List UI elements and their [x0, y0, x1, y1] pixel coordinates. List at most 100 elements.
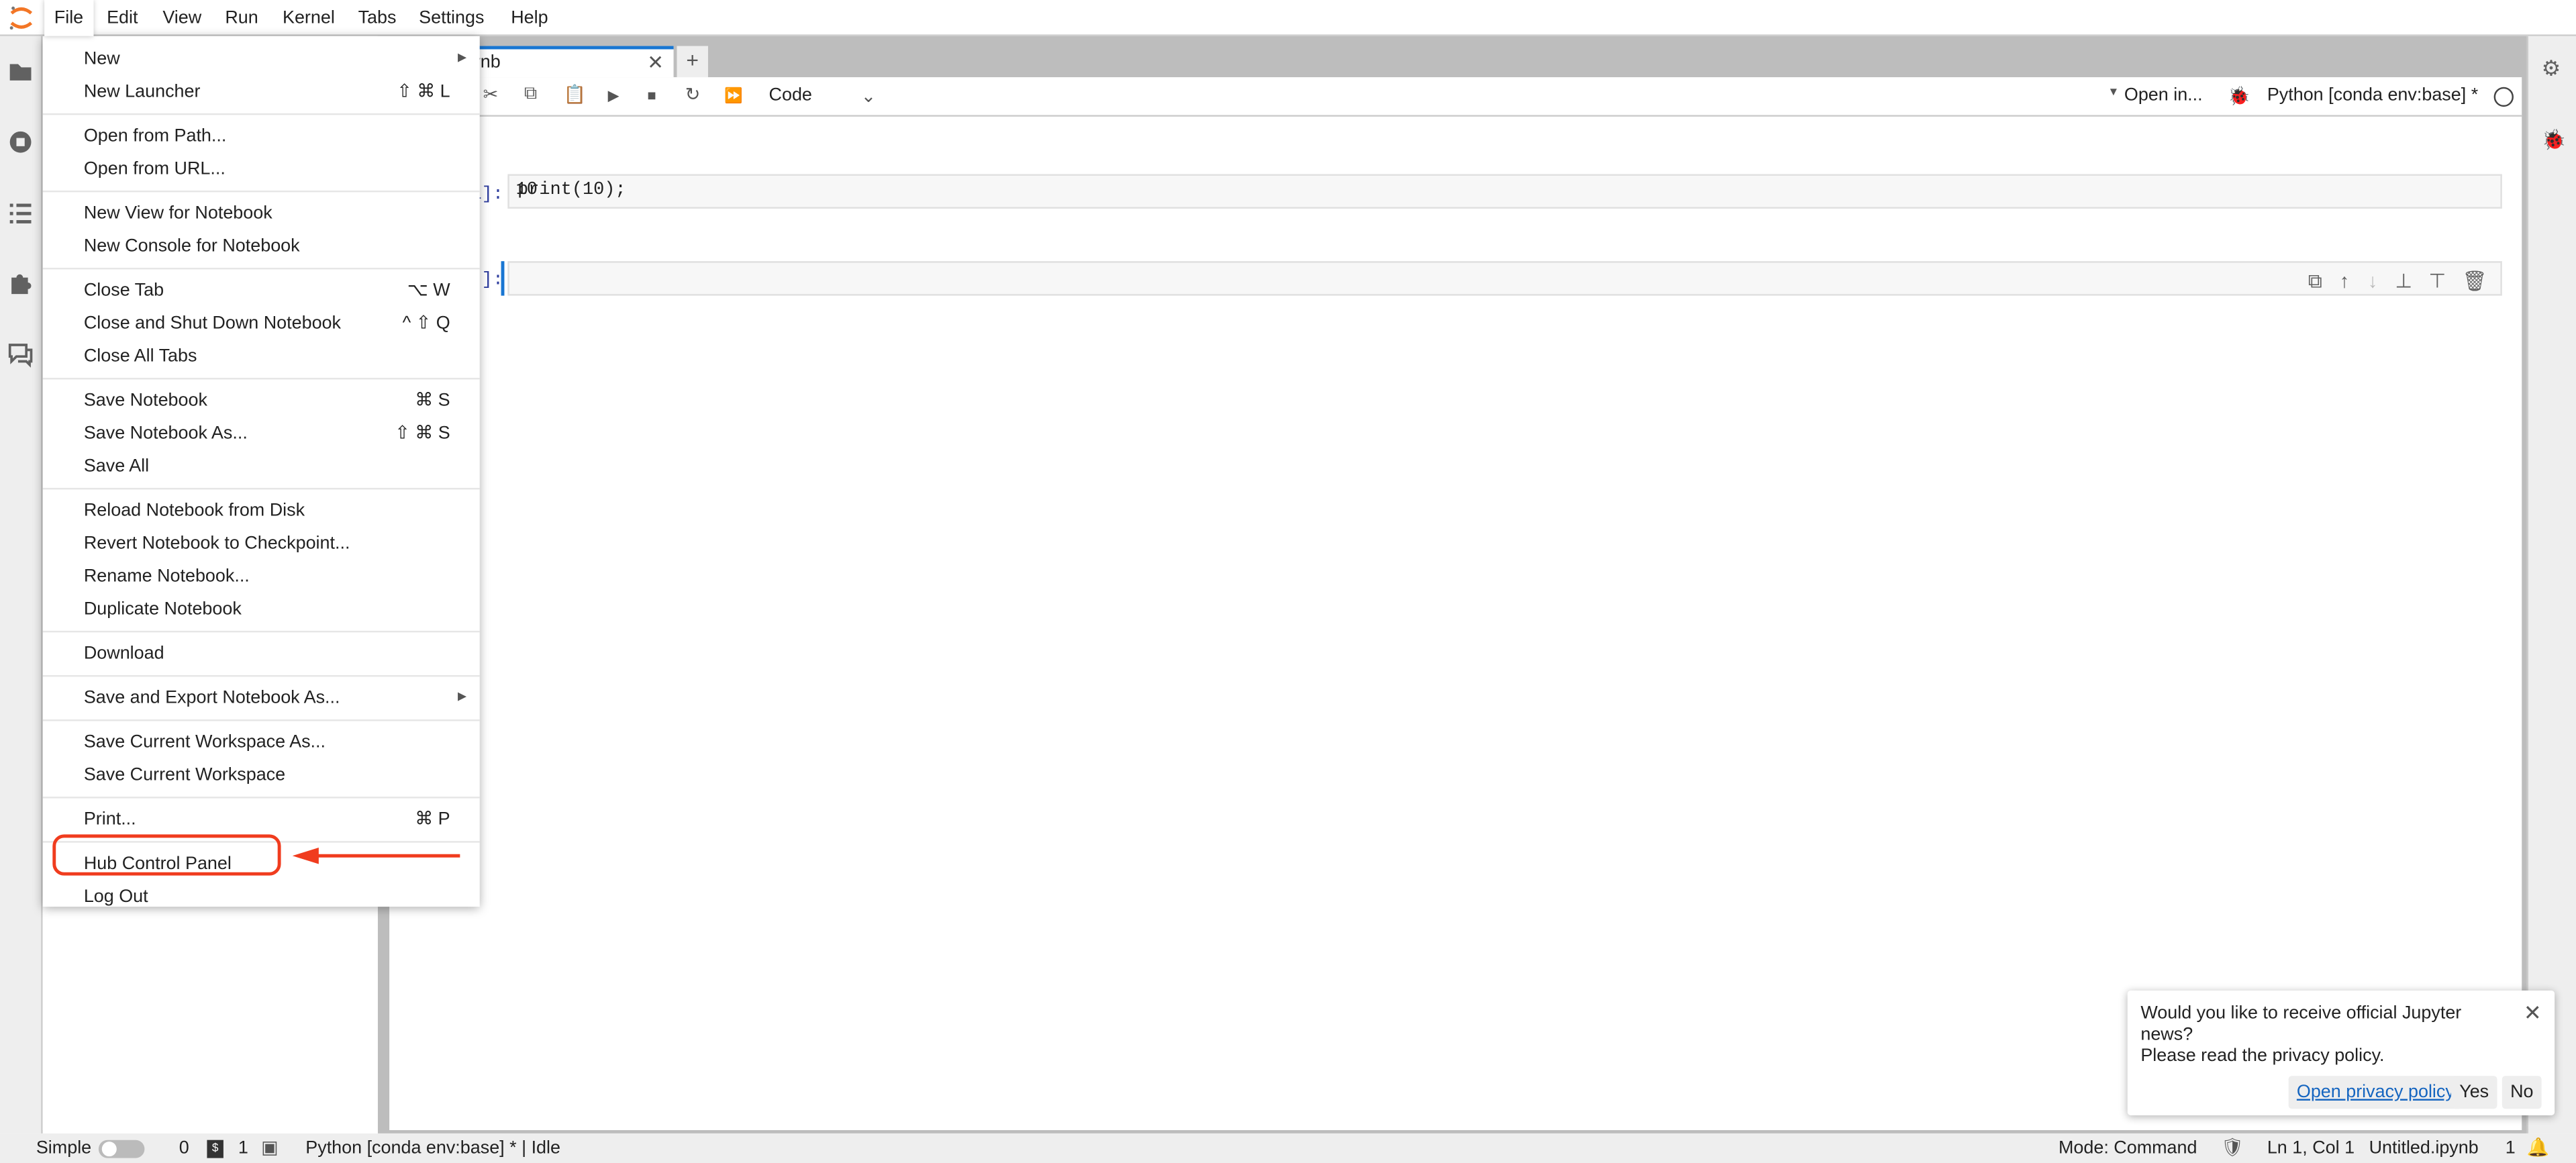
- simple-mode-toggle[interactable]: [98, 1140, 145, 1158]
- menu-item-label: Open from URL...: [83, 159, 226, 179]
- chevron-down-icon[interactable]: ⌄: [861, 85, 877, 107]
- shortcut-label: ⌘ P: [415, 809, 450, 830]
- paste-icon[interactable]: 📋: [564, 84, 587, 105]
- menu-file[interactable]: File: [44, 0, 93, 36]
- move-down-icon[interactable]: ↓: [2367, 271, 2379, 294]
- menubar: File Edit View Run Kernel Tabs Settings Help: [0, 0, 2576, 36]
- menu-item-rename-notebook[interactable]: Rename Notebook...: [43, 560, 480, 593]
- open-privacy-policy-button[interactable]: Open privacy policy: [2288, 1076, 2463, 1109]
- submenu-caret-icon: ▶: [457, 52, 467, 64]
- debugger-bug-icon[interactable]: 🐞: [2228, 85, 2250, 107]
- chat-icon[interactable]: [7, 340, 35, 368]
- cell-type-select[interactable]: Code: [769, 85, 812, 105]
- kernel-name-button[interactable]: Python [conda env:base] *: [2267, 85, 2478, 105]
- menu-item-close-and-shut-down-notebook[interactable]: Close and Shut Down Notebook ^ ⇧ Q: [43, 307, 480, 340]
- copy-icon[interactable]: ⧉: [524, 84, 537, 105]
- menu-item-label: Save All: [83, 456, 150, 476]
- restart-icon[interactable]: ↻: [685, 84, 701, 105]
- menu-item-new-console-for-notebook[interactable]: New Console for Notebook: [43, 230, 480, 263]
- menu-item-save-notebook[interactable]: Save Notebook ⌘ S: [43, 385, 480, 417]
- table-of-contents-icon[interactable]: [7, 199, 35, 227]
- debugger-bug-icon[interactable]: 🐞: [2542, 128, 2567, 151]
- menu-settings[interactable]: Settings: [409, 0, 494, 36]
- insert-above-icon[interactable]: ⊥: [2395, 271, 2412, 294]
- right-activity-bar: ⚙ 🐞: [2526, 36, 2576, 1133]
- code-cell-input[interactable]: ⧉ ↑ ↓ ⊥ ⊤ 🗑: [507, 261, 2502, 296]
- menu-item-save-all[interactable]: Save All: [43, 450, 480, 483]
- menu-edit[interactable]: Edit: [97, 0, 148, 36]
- shortcut-label: ⇧ ⌘ L: [397, 82, 450, 102]
- menu-item-duplicate-notebook[interactable]: Duplicate Notebook: [43, 593, 480, 626]
- menu-item-reload-notebook-from-disk[interactable]: Reload Notebook from Disk: [43, 495, 480, 527]
- property-inspector-gear-icon[interactable]: ⚙: [2542, 56, 2561, 82]
- move-up-icon[interactable]: ↑: [2338, 271, 2350, 294]
- notification-count[interactable]: 1: [2506, 1133, 2516, 1163]
- menu-item-close-tab[interactable]: Close Tab ⌥ W: [43, 274, 480, 307]
- menu-item-label: New View for Notebook: [83, 203, 273, 223]
- kernel-status[interactable]: Python [conda env:base] * | Idle: [305, 1133, 560, 1163]
- run-all-icon[interactable]: ⏩: [724, 87, 742, 105]
- notebook-panel: 💾 + ✂ ⧉ 📋 ▶ ■ ↻ ⏩ Code ⌄ ▼ Open in... 🐞 …: [389, 77, 2522, 1131]
- add-tab-button[interactable]: +: [677, 46, 708, 78]
- menu-item-open-from-url[interactable]: Open from URL...: [43, 153, 480, 186]
- menu-item-label: New Console for Notebook: [83, 236, 300, 256]
- stop-icon[interactable]: ■: [647, 87, 656, 103]
- simple-mode-label: Simple: [36, 1138, 92, 1158]
- run-icon[interactable]: ▶: [608, 87, 620, 105]
- menu-separator: [42, 675, 480, 677]
- menu-help[interactable]: Help: [501, 0, 558, 36]
- menu-item-log-out[interactable]: Log Out: [43, 880, 480, 913]
- menu-separator: [42, 113, 480, 115]
- kernel-count[interactable]: 1: [238, 1133, 248, 1163]
- terminal-count[interactable]: 0: [179, 1133, 189, 1163]
- menu-item-save-current-workspace-as[interactable]: Save Current Workspace As...: [43, 726, 480, 759]
- menu-item-open-from-path[interactable]: Open from Path...: [43, 120, 480, 153]
- menu-item-revert-notebook-to-checkpoint[interactable]: Revert Notebook to Checkpoint...: [43, 527, 480, 560]
- cell-toolbar: ⧉ ↑ ↓ ⊥ ⊤ 🗑: [2291, 268, 2487, 299]
- menu-item-save-current-workspace[interactable]: Save Current Workspace: [43, 759, 480, 792]
- menu-item-label: Save and Export Notebook As...: [83, 688, 340, 708]
- bell-icon[interactable]: 🔔: [2527, 1133, 2550, 1163]
- duplicate-cell-icon[interactable]: ⧉: [2308, 271, 2322, 294]
- menu-tabs[interactable]: Tabs: [348, 0, 406, 36]
- menu-view[interactable]: View: [153, 0, 211, 36]
- running-sessions-icon[interactable]: [7, 128, 35, 156]
- menu-item-new-view-for-notebook[interactable]: New View for Notebook: [43, 197, 480, 230]
- menu-item-new-launcher[interactable]: New Launcher ⇧ ⌘ L: [43, 76, 480, 109]
- cursor-position[interactable]: Ln 1, Col 1: [2267, 1133, 2355, 1163]
- yes-button[interactable]: Yes: [2450, 1076, 2497, 1109]
- menu-item-download[interactable]: Download: [43, 638, 480, 670]
- folder-icon[interactable]: [7, 58, 35, 86]
- menu-item-label: Close All Tabs: [83, 346, 197, 366]
- menu-item-label: Save Notebook: [83, 391, 207, 411]
- menu-item-label: Open from Path...: [83, 126, 227, 146]
- menu-run[interactable]: Run: [215, 0, 268, 36]
- code-cell-input[interactable]: print(10);: [507, 174, 2502, 209]
- menu-item-save-notebook-as[interactable]: Save Notebook As... ⇧ ⌘ S: [43, 417, 480, 450]
- menu-separator: [42, 267, 480, 270]
- open-in-button[interactable]: Open in...: [2124, 85, 2203, 105]
- shortcut-label: ^ ⇧ Q: [402, 313, 450, 334]
- menu-item-print[interactable]: Print... ⌘ P: [43, 803, 480, 836]
- menu-item-close-all-tabs[interactable]: Close All Tabs: [43, 340, 480, 373]
- menu-item-label: Rename Notebook...: [83, 566, 250, 587]
- no-button[interactable]: No: [2501, 1076, 2542, 1109]
- delete-cell-icon[interactable]: 🗑: [2463, 271, 2487, 294]
- jupyterlab-window: FileEditViewRunKernelTabsSettingsHelp Un…: [0, 0, 2576, 1163]
- menu-item-new[interactable]: New ▶: [43, 43, 480, 76]
- menu-item-save-and-export-notebook-as[interactable]: Save and Export Notebook As... ▶: [43, 682, 480, 715]
- close-tab-icon[interactable]: ✕: [647, 51, 664, 74]
- cut-icon[interactable]: ✂: [483, 84, 499, 105]
- open-privacy-policy-link[interactable]: Open privacy policy: [2297, 1082, 2455, 1102]
- menu-separator: [42, 377, 480, 380]
- menu-item-label: Download: [83, 644, 164, 664]
- menu-kernel[interactable]: Kernel: [273, 0, 344, 36]
- insert-below-icon[interactable]: ⊤: [2428, 271, 2446, 294]
- menu-item-label: Save Current Workspace As...: [83, 732, 326, 753]
- news-notification-toast: Would you like to receive official Jupyt…: [2127, 990, 2555, 1115]
- annotation-highlight-box: [52, 834, 281, 876]
- close-icon[interactable]: ✕: [2524, 1001, 2542, 1027]
- extension-puzzle-icon[interactable]: [7, 269, 35, 297]
- left-activity-bar: [0, 36, 43, 1133]
- terminal-icon: $: [207, 1140, 224, 1158]
